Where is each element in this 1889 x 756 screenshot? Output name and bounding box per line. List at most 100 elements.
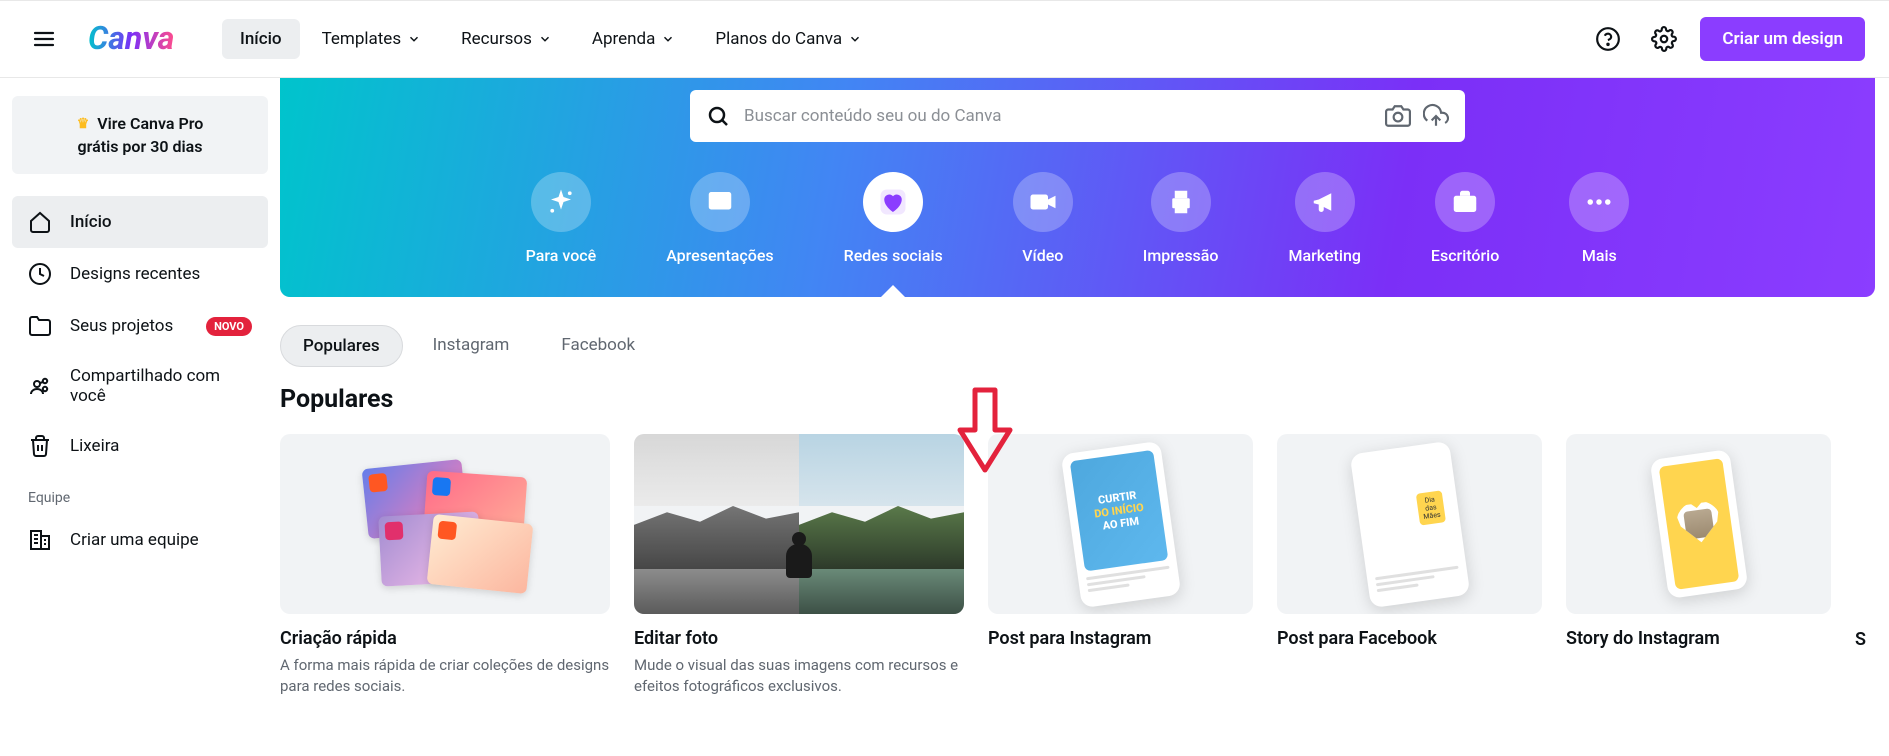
content-tabs: Populares Instagram Facebook [280,325,1875,367]
sparkle-icon [531,172,591,232]
briefcase-icon [1435,172,1495,232]
cat-print-label: Impressão [1143,246,1219,265]
sidebar-item-home[interactable]: Início [12,196,268,248]
trash-icon [28,434,52,458]
card-title: Criação rápida [280,628,610,649]
category-marketing[interactable]: Marketing [1289,172,1361,265]
category-more[interactable]: Mais [1569,172,1629,265]
pro-line1: Vire Canva Pro [97,114,203,133]
tab-popular[interactable]: Populares [280,325,403,367]
tab-instagram[interactable]: Instagram [411,325,532,367]
card-edit-photo[interactable]: Editar foto Mude o visual das suas image… [634,434,964,697]
category-print[interactable]: Impressão [1143,172,1219,265]
folder-icon [28,314,52,338]
card-title: Post para Instagram [988,628,1253,649]
heart-icon [863,172,923,232]
cat-social-label: Redes sociais [844,246,943,265]
nav-plans[interactable]: Planos do Canva [697,19,880,59]
sidebar-trash-label: Lixeira [70,436,119,456]
share-icon [28,374,52,398]
card-thumb [634,434,964,614]
sidebar-home-label: Início [70,212,112,232]
chevron-down-icon [661,32,675,46]
create-design-button[interactable]: Criar um design [1700,17,1865,61]
team-section-label: Equipe [12,472,268,514]
presentation-icon [690,172,750,232]
home-icon [28,210,52,234]
nav-learn-label: Aprenda [592,29,655,49]
category-for-you[interactable]: Para você [526,172,597,265]
layout: ♛ Vire Canva Pro grátis por 30 dias Iníci… [0,78,1889,697]
upload-cloud-icon[interactable] [1423,103,1449,129]
chevron-down-icon [538,32,552,46]
search-icon [706,104,730,128]
video-icon [1013,172,1073,232]
tab-facebook[interactable]: Facebook [539,325,657,367]
more-icon [1569,172,1629,232]
create-team-label: Criar uma equipe [70,530,199,550]
header: Canva Início Templates Recursos Aprenda … [0,0,1889,78]
category-row: Para você Apresentações Redes sociais Ví… [320,172,1835,265]
canva-logo[interactable]: Canva [88,21,198,57]
main-content: Para você Apresentações Redes sociais Ví… [280,78,1875,697]
card-facebook-post[interactable]: Dia das Mães Post para Facebook [1277,434,1542,697]
nav-templates-label: Templates [322,29,402,49]
clock-icon [28,262,52,286]
sidebar-item-trash[interactable]: Lixeira [12,420,268,472]
card-title: Post para Facebook [1277,628,1542,649]
cat-video-label: Vídeo [1022,246,1063,265]
nav-learn[interactable]: Aprenda [574,19,693,59]
sidebar-projects-label: Seus projetos [70,316,173,336]
svg-text:Canva: Canva [88,21,174,57]
chevron-down-icon [407,32,421,46]
card-title: Editar foto [634,628,964,649]
help-button[interactable] [1588,19,1628,59]
nav-resources-label: Recursos [461,29,532,49]
new-badge: NOVO [206,317,252,336]
card-thumb [1566,434,1831,614]
category-video[interactable]: Vídeo [1013,172,1073,265]
crown-icon: ♛ [77,116,90,132]
cards-row: Criação rápida A forma mais rápida de cr… [280,434,1875,697]
card-desc: A forma mais rápida de criar coleções de… [280,655,610,697]
camera-icon[interactable] [1385,103,1411,129]
card-instagram-story[interactable]: Story do Instagram [1566,434,1831,697]
next-card-initial: S [1855,629,1866,650]
hero-banner: Para você Apresentações Redes sociais Ví… [280,78,1875,297]
card-desc: Mude o visual das suas imagens com recur… [634,655,964,697]
sidebar-item-projects[interactable]: Seus projetos NOVO [12,300,268,352]
megaphone-icon [1295,172,1355,232]
sidebar-item-shared[interactable]: Compartilhado com você [12,352,268,420]
pro-line2: grátis por 30 dias [30,137,250,156]
cat-more-label: Mais [1582,246,1617,265]
canva-pro-promo[interactable]: ♛ Vire Canva Pro grátis por 30 dias [12,96,268,174]
settings-button[interactable] [1644,19,1684,59]
nav-templates[interactable]: Templates [304,19,440,59]
section-title: Populares [280,385,1875,414]
sidebar-item-create-team[interactable]: Criar uma equipe [12,514,268,566]
card-title: Story do Instagram [1566,628,1831,649]
search-bar[interactable] [690,90,1465,142]
card-thumb [280,434,610,614]
nav-plans-label: Planos do Canva [715,29,842,49]
card-instagram-post[interactable]: CURTIRDO INÍCIOAO FIM Post para Instagra… [988,434,1253,697]
cat-presentations-label: Apresentações [666,246,773,265]
category-social[interactable]: Redes sociais [844,172,943,265]
sidebar: ♛ Vire Canva Pro grátis por 30 dias Iníci… [0,78,280,697]
search-input[interactable] [744,106,1371,126]
card-thumb: CURTIRDO INÍCIOAO FIM [988,434,1253,614]
card-quick-create[interactable]: Criação rápida A forma mais rápida de cr… [280,434,610,697]
nav-resources[interactable]: Recursos [443,19,570,59]
sidebar-item-recent[interactable]: Designs recentes [12,248,268,300]
main-nav: Início Templates Recursos Aprenda Planos… [222,19,880,59]
header-actions: Criar um design [1588,17,1865,61]
sidebar-recent-label: Designs recentes [70,264,200,284]
building-icon [28,528,52,552]
chevron-down-icon [848,32,862,46]
category-office[interactable]: Escritório [1431,172,1499,265]
card-thumb: Dia das Mães [1277,434,1542,614]
print-icon [1151,172,1211,232]
category-presentations[interactable]: Apresentações [666,172,773,265]
hamburger-menu-button[interactable] [24,19,64,59]
nav-home[interactable]: Início [222,19,300,59]
